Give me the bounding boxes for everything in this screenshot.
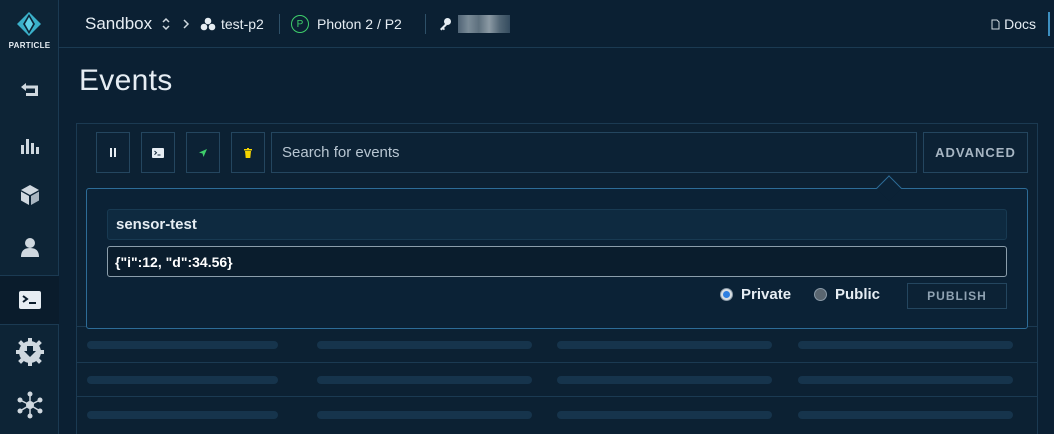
device-badge-letter: P <box>296 18 304 30</box>
bar-chart-icon <box>20 139 39 154</box>
console-button[interactable] <box>141 132 175 173</box>
sandbox-label: Sandbox <box>85 14 153 33</box>
pause-icon <box>110 148 116 157</box>
table-row-placeholder <box>77 362 1037 396</box>
loading-bar <box>87 341 278 349</box>
nav-products[interactable] <box>0 170 59 220</box>
chevron-right-icon <box>182 0 190 48</box>
trash-icon <box>244 147 252 158</box>
page-title: Events <box>79 64 173 97</box>
event-name-input[interactable] <box>107 209 1007 240</box>
product-icon <box>200 17 216 31</box>
particle-logo[interactable]: PARTICLE <box>0 0 59 62</box>
divider <box>279 14 280 34</box>
nav-mesh[interactable] <box>0 380 59 430</box>
top-bar: Sandbox test-p2 P Photon 2 / P2 Docs <box>59 0 1054 48</box>
nav-console[interactable] <box>0 275 59 325</box>
document-icon <box>991 19 1000 29</box>
send-icon <box>199 148 207 157</box>
nav-analytics[interactable] <box>0 120 59 170</box>
loading-bar <box>798 341 1013 349</box>
loading-bar <box>557 341 772 349</box>
device-platform-badge: P <box>291 15 309 33</box>
loading-bar <box>798 376 1013 384</box>
loading-bar <box>557 411 772 419</box>
terminal-icon <box>18 291 41 309</box>
cube-icon <box>20 185 39 205</box>
redacted-token <box>458 15 510 33</box>
event-data-input[interactable] <box>107 246 1007 277</box>
private-radio[interactable] <box>720 287 733 301</box>
device-name: Photon 2 / P2 <box>317 16 402 32</box>
chip-icon <box>15 338 44 366</box>
loading-bar <box>317 341 532 349</box>
terminal-icon <box>152 147 164 158</box>
publish-event-button[interactable] <box>186 132 220 173</box>
nav-back[interactable] <box>0 64 59 114</box>
sandbox-switcher[interactable]: Sandbox <box>85 0 171 48</box>
public-radio[interactable] <box>814 287 827 301</box>
scroll-indicator <box>1048 12 1050 36</box>
table-row-placeholder <box>77 396 1037 430</box>
loading-bar <box>317 411 532 419</box>
product-crumb[interactable]: test-p2 <box>200 0 264 48</box>
nav-device-os[interactable] <box>0 327 59 377</box>
return-icon <box>20 83 38 96</box>
access-token-crumb[interactable] <box>438 0 510 48</box>
device-crumb[interactable]: P Photon 2 / P2 <box>291 0 402 48</box>
pause-button[interactable] <box>96 132 130 173</box>
advanced-button[interactable]: ADVANCED <box>923 132 1028 173</box>
public-radio-option[interactable]: Public <box>814 284 880 304</box>
docs-label: Docs <box>1004 16 1036 32</box>
user-icon <box>20 238 39 257</box>
sidebar: PARTICLE <box>0 0 59 434</box>
public-label: Public <box>835 285 881 303</box>
private-radio-option[interactable]: Private <box>720 284 791 304</box>
table-row-placeholder <box>77 326 1037 360</box>
brand-name: PARTICLE <box>8 41 51 50</box>
clear-events-button[interactable] <box>231 132 265 173</box>
particle-logo-icon <box>17 12 41 36</box>
loading-bar <box>317 376 532 384</box>
key-icon <box>440 18 451 31</box>
divider <box>425 14 426 34</box>
docs-link[interactable]: Docs <box>991 0 1036 48</box>
event-search-input[interactable] <box>271 132 917 173</box>
private-label: Private <box>741 285 792 303</box>
publish-button[interactable]: PUBLISH <box>907 283 1007 309</box>
loading-bar <box>557 376 772 384</box>
network-icon <box>17 391 42 419</box>
loading-bar <box>87 411 278 419</box>
product-name: test-p2 <box>221 16 264 32</box>
loading-bar <box>87 376 278 384</box>
chevron-up-down-icon <box>162 17 170 31</box>
loading-bar <box>798 411 1013 419</box>
nav-account[interactable] <box>0 222 59 272</box>
